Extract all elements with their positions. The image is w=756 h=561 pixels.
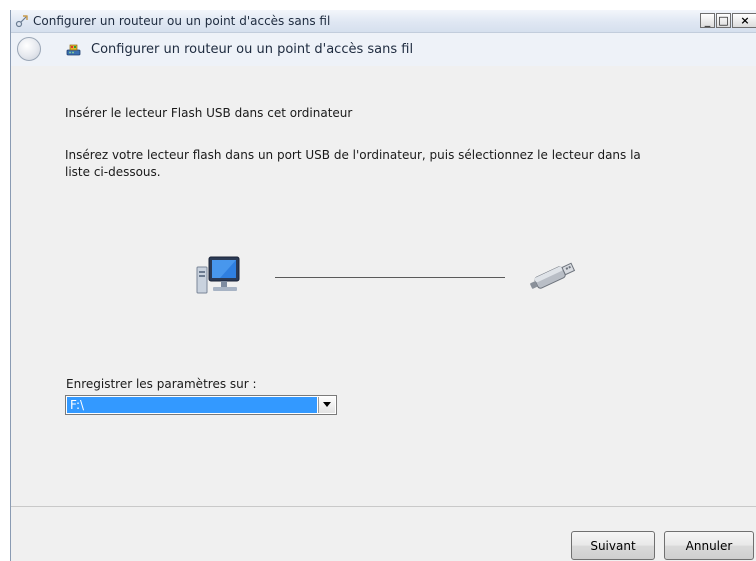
- wizard-header: Configurer un routeur ou un point d'accè…: [11, 33, 756, 66]
- footer-divider: [11, 506, 756, 507]
- wizard-content: Insérer le lecteur Flash USB dans cet or…: [19, 66, 756, 506]
- next-button[interactable]: Suivant: [571, 531, 655, 560]
- minimize-button[interactable]: _: [700, 13, 715, 28]
- drive-dropdown[interactable]: F:\: [65, 395, 337, 415]
- computer-icon: [196, 256, 240, 294]
- step-heading: Insérer le lecteur Flash USB dans cet or…: [65, 106, 353, 120]
- wireless-router-icon: [66, 44, 81, 56]
- network-setup-icon: [15, 15, 28, 28]
- connection-line: [275, 277, 505, 278]
- usb-drive-icon: [530, 262, 576, 289]
- maximize-button[interactable]: □: [716, 13, 731, 28]
- close-button[interactable]: ×: [732, 13, 756, 28]
- drive-selected-value[interactable]: F:\: [67, 397, 317, 413]
- window-title: Configurer un routeur ou un point d'accè…: [33, 14, 331, 28]
- wizard-window: Configurer un routeur ou un point d'accè…: [10, 10, 756, 561]
- title-bar[interactable]: Configurer un routeur ou un point d'accè…: [11, 10, 756, 33]
- dropdown-arrow-button[interactable]: [318, 397, 335, 413]
- chevron-down-icon: [323, 402, 331, 407]
- instructions-text: Insérez votre lecteur flash dans un port…: [65, 148, 641, 179]
- save-to-label: Enregistrer les paramètres sur :: [66, 377, 257, 391]
- back-arrow-icon[interactable]: [17, 37, 41, 61]
- cancel-button[interactable]: Annuler: [664, 531, 754, 560]
- page-title: Configurer un routeur ou un point d'accè…: [91, 42, 414, 57]
